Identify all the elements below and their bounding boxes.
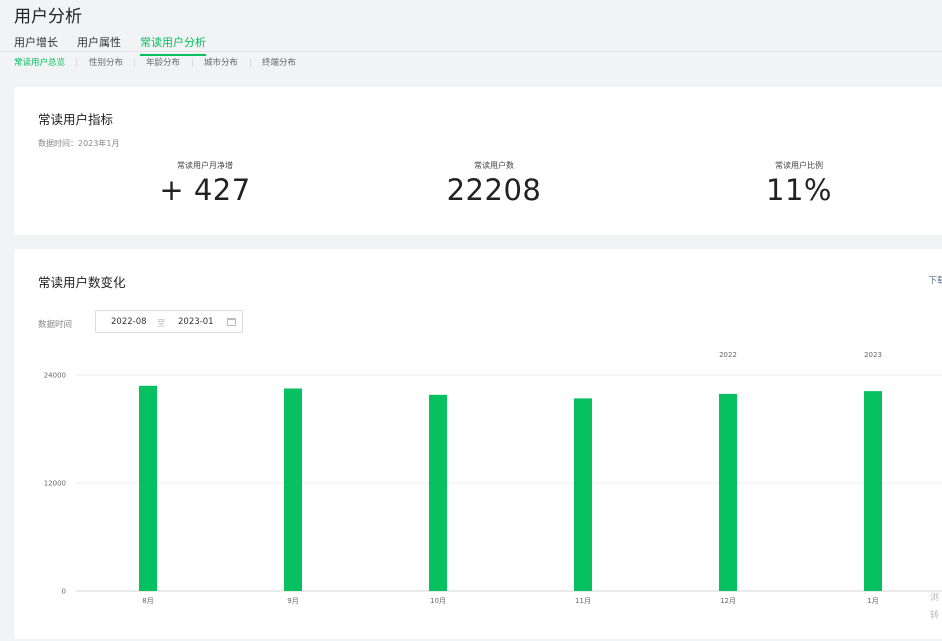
x-tick-label: 11月	[575, 597, 591, 605]
bar-8月	[139, 385, 157, 591]
y-tick-label: 12000	[44, 480, 66, 488]
user-count-bar-chart: 0 12000 24000 8月 9月 10月 11月 12月 1月 2022 2023	[44, 351, 942, 605]
bar-1月	[864, 391, 882, 591]
corner-note: 浏转	[930, 593, 940, 621]
x-tick-label: 1月	[867, 597, 878, 605]
x-tick-label: 12月	[720, 597, 736, 605]
x-tick-label: 9月	[287, 597, 298, 605]
year-label: 2023	[864, 351, 882, 359]
x-tick-label: 10月	[430, 597, 446, 605]
y-tick-label: 0	[62, 588, 66, 596]
bar-11月	[574, 398, 592, 591]
bar-12月	[719, 393, 737, 591]
bar-10月	[429, 394, 447, 591]
y-tick-label: 24000	[44, 372, 66, 380]
year-label: 2022	[719, 351, 737, 359]
bar-9月	[284, 388, 302, 591]
x-tick-label: 8月	[142, 597, 153, 605]
